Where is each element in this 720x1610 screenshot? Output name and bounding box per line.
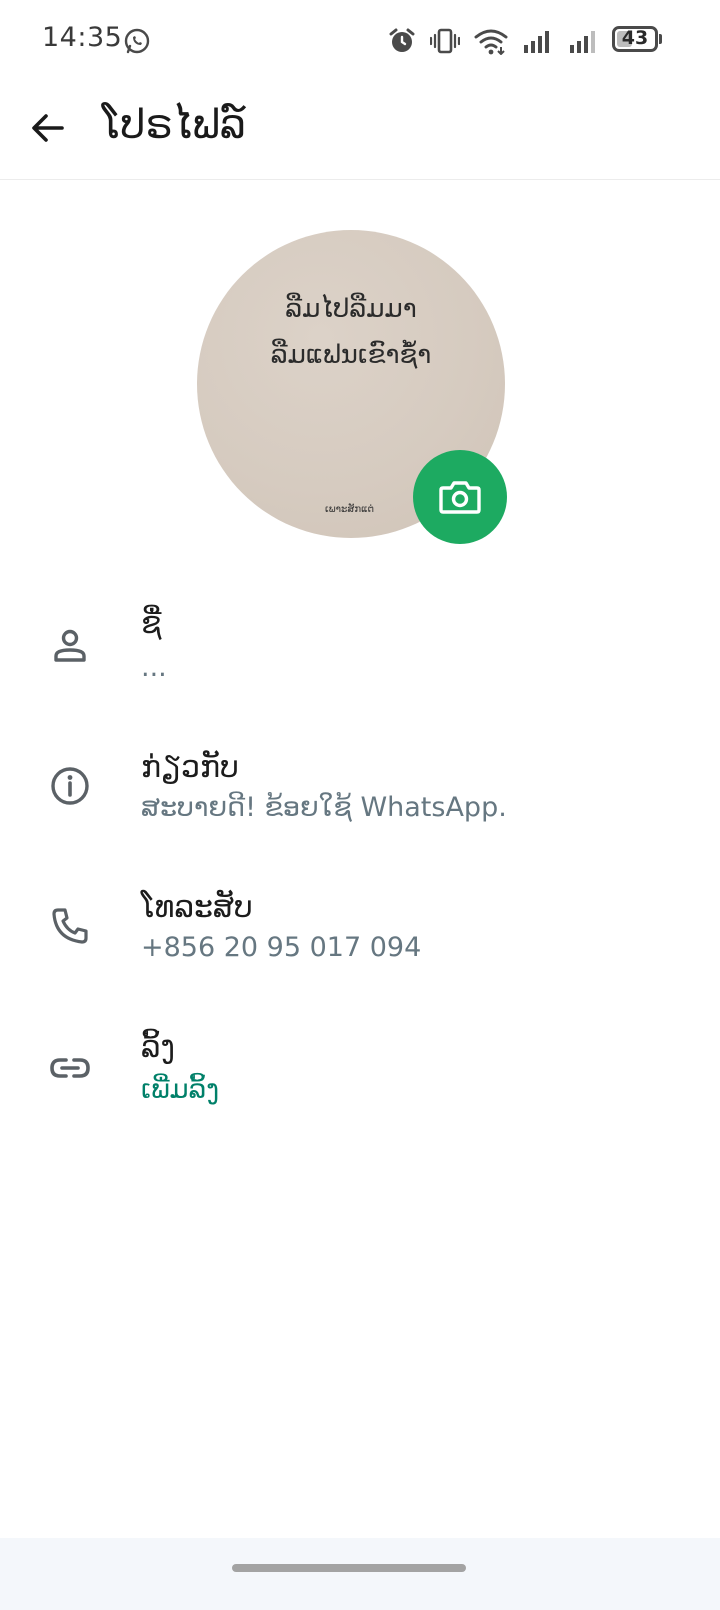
links-label: ລິ້ງ (141, 1030, 175, 1065)
page-title: ໂປຣໄຟລ໌ (102, 102, 246, 148)
navigation-bar (0, 1538, 720, 1610)
photo-text-line-2: ລືມແຟນເຂົາຊ້ຳ (270, 340, 432, 370)
cell-signal-2-icon (570, 31, 595, 53)
about-value: ສະບາຍດີ! ຂ້ອຍໃຊ້ WhatsApp. (141, 792, 507, 823)
add-link-button[interactable]: ເພີ່ມລິ້ງ (141, 1074, 219, 1105)
status-time: 14:35 (42, 22, 123, 53)
about-label: ກ່ຽວກັບ (141, 750, 239, 785)
vibrate-icon (430, 28, 460, 54)
arrow-left-icon (32, 114, 64, 142)
phone-label: ໂທລະສັບ (141, 890, 253, 925)
change-photo-button[interactable] (413, 450, 507, 544)
phone-value: +856 20 95 017 094 (141, 932, 422, 963)
phone-icon (46, 902, 94, 950)
app-bar: ໂປຣໄຟລ໌ (0, 80, 720, 180)
name-label: ຊື່ (141, 606, 162, 641)
photo-text-line-1: ລືມໄປລືມມາ (285, 294, 417, 324)
cell-signal-1-icon (524, 31, 549, 53)
whatsapp-notification-icon (124, 28, 150, 54)
wifi-icon (474, 29, 508, 55)
person-icon (46, 622, 94, 670)
status-bar: 14:35 43 (0, 0, 720, 80)
link-icon (46, 1044, 94, 1092)
gesture-handle[interactable] (232, 1564, 466, 1572)
phone-row[interactable]: ໂທລະສັບ +856 20 95 017 094 (0, 880, 720, 990)
battery-indicator: 43 (612, 26, 662, 54)
name-row[interactable]: ຊື່ ... (0, 600, 720, 710)
name-value: ... (141, 652, 167, 683)
battery-percentage: 43 (621, 27, 649, 49)
about-row[interactable]: ກ່ຽວກັບ ສະບາຍດີ! ຂ້ອຍໃຊ້ WhatsApp. (0, 740, 720, 850)
links-row[interactable]: ລິ້ງ ເພີ່ມລິ້ງ (0, 1020, 720, 1130)
photo-signature: ເພາະສັກແຕ່ (325, 504, 375, 515)
status-icons (388, 24, 600, 58)
back-button[interactable] (22, 102, 74, 154)
alarm-icon (389, 28, 415, 52)
info-icon (46, 762, 94, 810)
camera-icon (439, 481, 481, 514)
profile-screen: 14:35 43 ໂປຣໄຟລ໌ ລືມໄປລືມມາ ລືມແຟນເຂົາຊ້… (0, 0, 720, 1610)
